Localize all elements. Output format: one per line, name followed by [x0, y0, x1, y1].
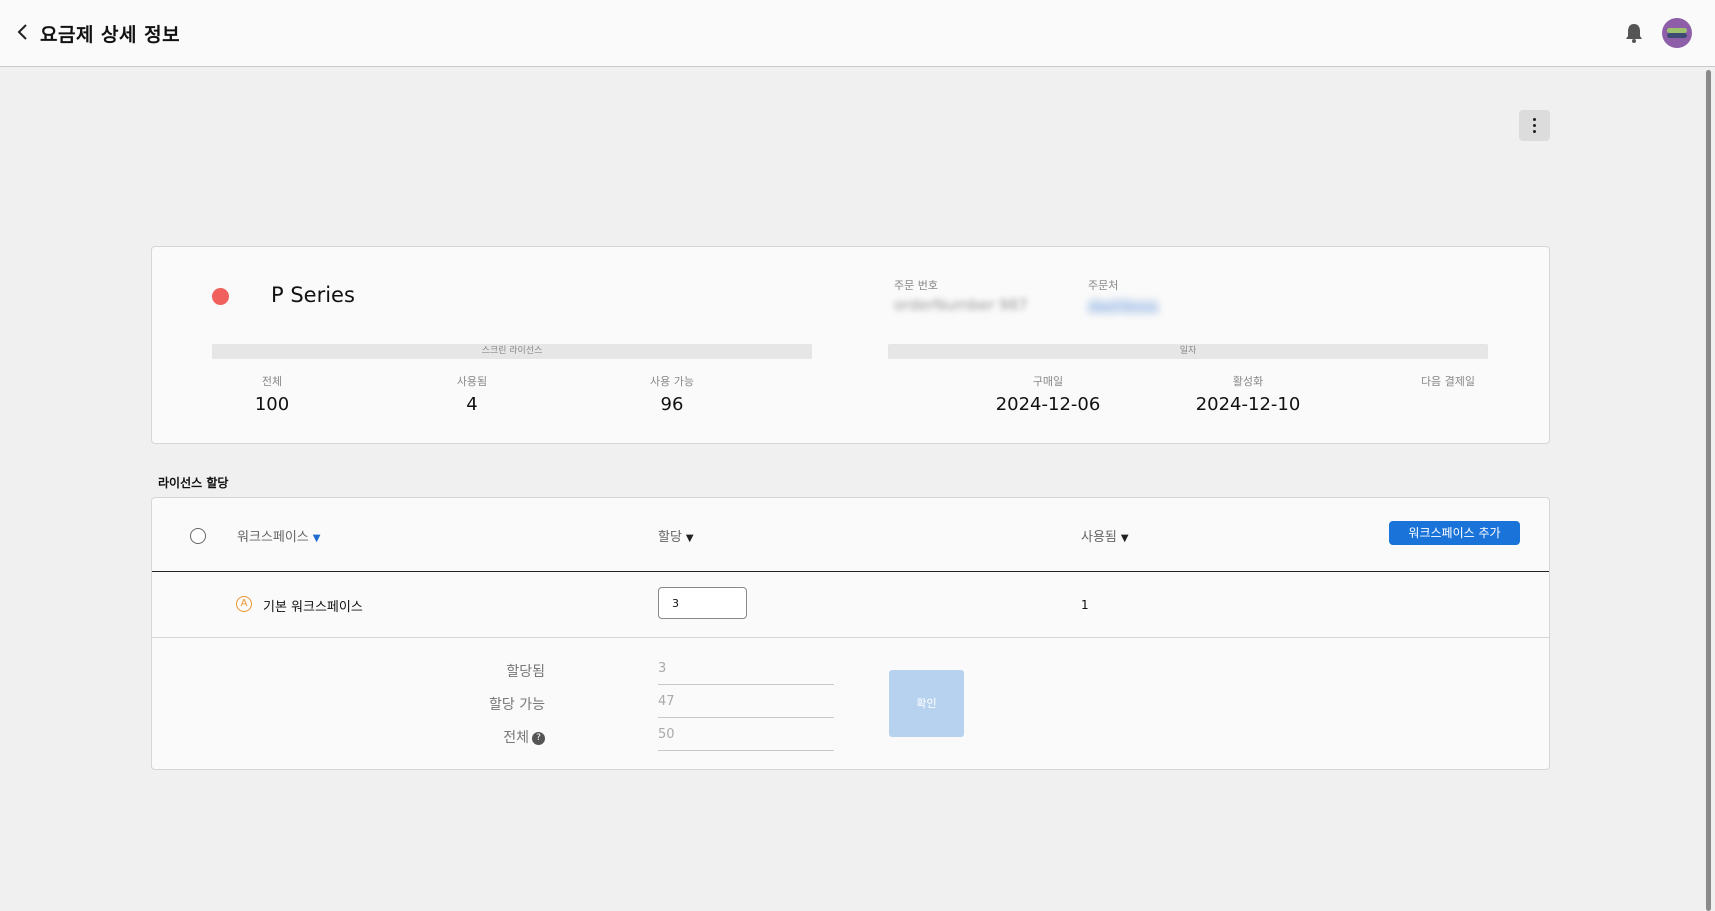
used-count: 1	[1081, 598, 1089, 612]
column-workspace[interactable]: 워크스페이스 ▼	[237, 526, 320, 545]
help-icon[interactable]: ?	[532, 731, 545, 745]
activation-date: 활성화 2024-12-10	[1195, 375, 1301, 415]
allocated-value: 3	[658, 661, 834, 685]
plan-name: P Series	[271, 283, 355, 307]
table-header: 워크스페이스 ▼ 할당 ▼ 사용됨 ▼ 워크스페이스 추가	[152, 498, 1549, 572]
bell-icon[interactable]	[1624, 22, 1644, 44]
more-options-button[interactable]	[1519, 110, 1550, 141]
license-section-bar: 스크린 라이선스	[212, 344, 812, 359]
allocated-label: 할당됨	[506, 664, 545, 680]
back-icon[interactable]	[14, 20, 34, 44]
date-section-bar: 일자	[888, 344, 1488, 359]
total-label: 전체?	[385, 727, 545, 747]
allocation-input[interactable]	[658, 587, 747, 619]
workspace-name: 기본 워크스페이스	[263, 600, 363, 615]
top-bar: 요금제 상세 정보	[0, 0, 1715, 67]
sort-desc-icon: ▼	[312, 533, 321, 544]
column-used[interactable]: 사용됨 ▼	[1081, 526, 1129, 545]
allocatable-value: 47	[658, 694, 834, 718]
order-number-label: 주문 번호	[894, 279, 938, 292]
stat-total: 전체 100	[254, 375, 290, 415]
next-payment-date: 다음 결제일	[1420, 375, 1476, 388]
allocation-heading: 라이선스 할당	[158, 476, 229, 490]
orderer-link[interactable]: dashboss	[1088, 296, 1158, 314]
table-row: A 기본 워크스페이스 1	[152, 572, 1549, 638]
avatar[interactable]	[1662, 18, 1692, 48]
confirm-button[interactable]: 확인	[889, 670, 964, 737]
scrollbar[interactable]	[1706, 70, 1711, 911]
page-title: 요금제 상세 정보	[40, 24, 181, 46]
orderer-label: 주문처	[1088, 279, 1119, 292]
allocation-card: 워크스페이스▼ 할당▼ 사용됨▼ 워크스페이스 추가 A 기본 워크스페이스 1…	[151, 497, 1550, 770]
total-value: 50	[658, 727, 834, 751]
select-all-radio[interactable]	[190, 528, 206, 544]
allocatable-label: 할당 가능	[489, 697, 545, 713]
order-number-value: orderNumber 987	[894, 296, 1028, 314]
sort-icon: ▼	[1120, 533, 1129, 544]
stat-available: 사용 가능 96	[650, 375, 694, 415]
plan-summary-card: P Series 주문 번호 orderNumber 987 주문처 dashb…	[151, 246, 1550, 444]
plan-status-dot	[212, 288, 229, 305]
column-allocation[interactable]: 할당 ▼	[658, 526, 694, 545]
add-workspace-button[interactable]: 워크스페이스 추가	[1389, 521, 1520, 545]
purchase-date: 구매일 2024-12-06	[995, 375, 1101, 415]
workspace-a-icon: A	[236, 596, 252, 612]
stat-used: 사용됨 4	[456, 375, 488, 415]
sort-icon: ▼	[685, 533, 694, 544]
